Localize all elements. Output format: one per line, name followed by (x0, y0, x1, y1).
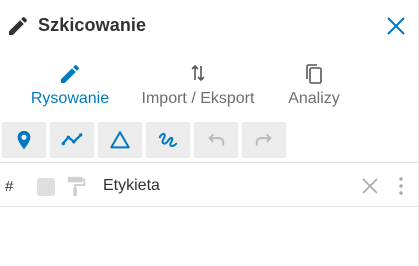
clear-icon[interactable] (360, 176, 380, 196)
freehand-icon (158, 132, 178, 147)
pencil-icon (61, 64, 80, 83)
select-all-checkbox[interactable] (37, 178, 55, 196)
undo-icon (208, 133, 225, 146)
tab-analyses-label: Analizy (288, 90, 340, 107)
close-icon[interactable] (384, 14, 408, 38)
polyline-icon (61, 133, 83, 146)
tab-bar: Rysowanie Import / Eksport Analizy (0, 58, 418, 114)
tab-drawing-label: Rysowanie (30, 90, 110, 107)
draw-polyline-button[interactable] (50, 122, 94, 158)
tab-analyses[interactable]: Analizy (282, 58, 346, 114)
tab-drawing[interactable]: Rysowanie (22, 58, 118, 114)
paint-roller-icon[interactable] (65, 175, 87, 197)
graphics-list: # Etykieta (0, 162, 418, 266)
more-vertical-icon[interactable] (394, 176, 408, 196)
point-marker-icon (17, 130, 31, 150)
pencil-icon (9, 16, 28, 35)
label-column-header: Etykieta (103, 177, 160, 194)
index-column-header: # (5, 178, 14, 195)
redo-button[interactable] (242, 122, 286, 158)
tab-import-export-label: Import / Eksport (141, 90, 255, 107)
tab-import-export[interactable]: Import / Eksport (130, 58, 266, 114)
draw-point-button[interactable] (2, 122, 46, 158)
undo-button[interactable] (194, 122, 238, 158)
panel-header: Szkicowanie (0, 0, 418, 52)
draw-freehand-button[interactable] (146, 122, 190, 158)
panel-title: Szkicowanie (38, 15, 147, 35)
triangle-icon (110, 131, 130, 149)
sketch-panel: Szkicowanie Rysowanie Import / Eksport A… (0, 0, 419, 266)
draw-polygon-button[interactable] (98, 122, 142, 158)
list-header: # Etykieta (0, 163, 418, 207)
arrows-updown-icon (191, 64, 205, 82)
copy-icon (306, 64, 322, 84)
redo-icon (255, 133, 272, 146)
drawing-toolbar (0, 122, 418, 158)
